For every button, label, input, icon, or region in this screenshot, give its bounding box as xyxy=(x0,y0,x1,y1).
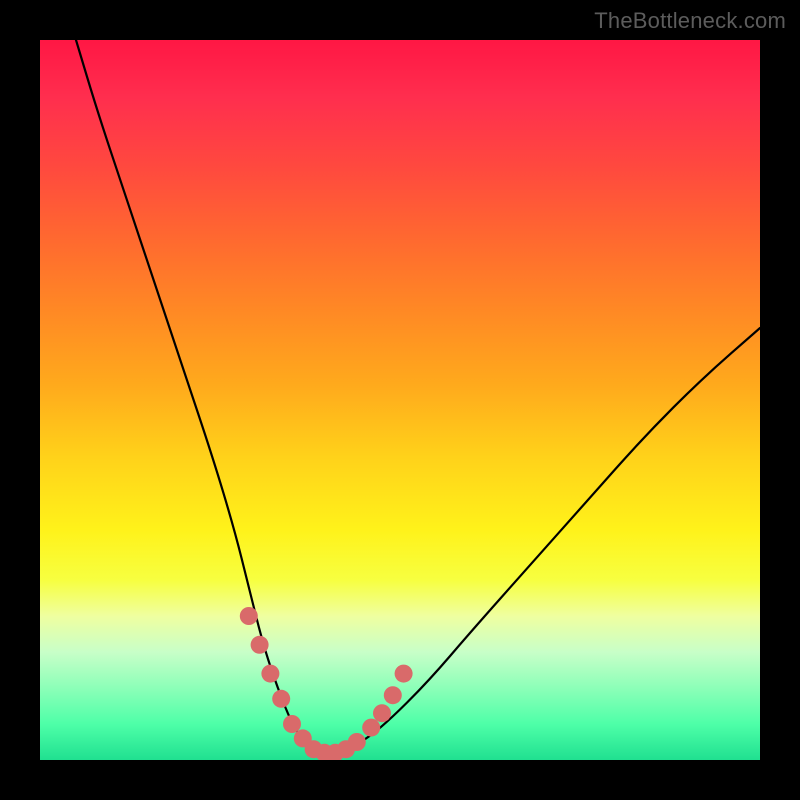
bottleneck-curve xyxy=(76,40,760,753)
highlight-dot xyxy=(272,690,290,708)
highlight-dots xyxy=(240,607,413,760)
highlight-dot xyxy=(395,665,413,683)
highlight-dot xyxy=(373,704,391,722)
highlight-dot xyxy=(251,636,269,654)
highlight-dot xyxy=(362,719,380,737)
plot-area xyxy=(40,40,760,760)
highlight-dot xyxy=(283,715,301,733)
highlight-dot xyxy=(240,607,258,625)
highlight-dot xyxy=(261,665,279,683)
highlight-dot xyxy=(384,686,402,704)
watermark-text: TheBottleneck.com xyxy=(594,8,786,34)
chart-frame: TheBottleneck.com xyxy=(0,0,800,800)
highlight-dot xyxy=(348,733,366,751)
curve-svg xyxy=(40,40,760,760)
